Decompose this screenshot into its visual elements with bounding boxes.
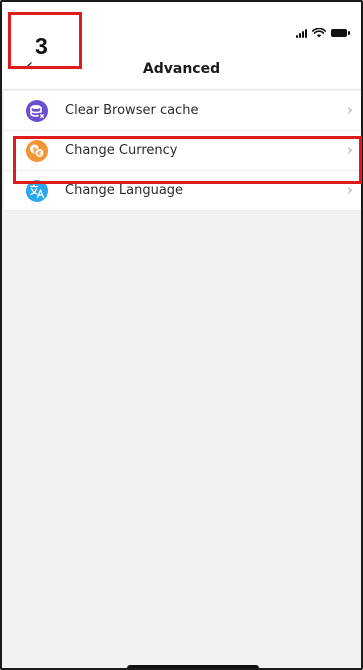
wifi-icon (312, 28, 326, 38)
home-indicator (127, 665, 259, 668)
chevron-right-icon: › (346, 180, 353, 199)
battery-icon (331, 29, 350, 37)
menu-item-clear-browser-cache[interactable]: Clear Browser cache › (4, 91, 361, 131)
status-icons (296, 28, 350, 38)
database-clear-icon (26, 99, 48, 122)
phone-screen: ‹ Advanced Clear Browser cache › $ € Cha… (0, 0, 363, 670)
menu-item-label: Change Language (65, 183, 184, 198)
menu-item-label: Clear Browser cache (65, 103, 199, 118)
chevron-right-icon: › (346, 100, 353, 119)
highlight-box (13, 136, 362, 184)
signal-icon (296, 28, 307, 38)
step-number-badge: 3 (8, 12, 82, 69)
